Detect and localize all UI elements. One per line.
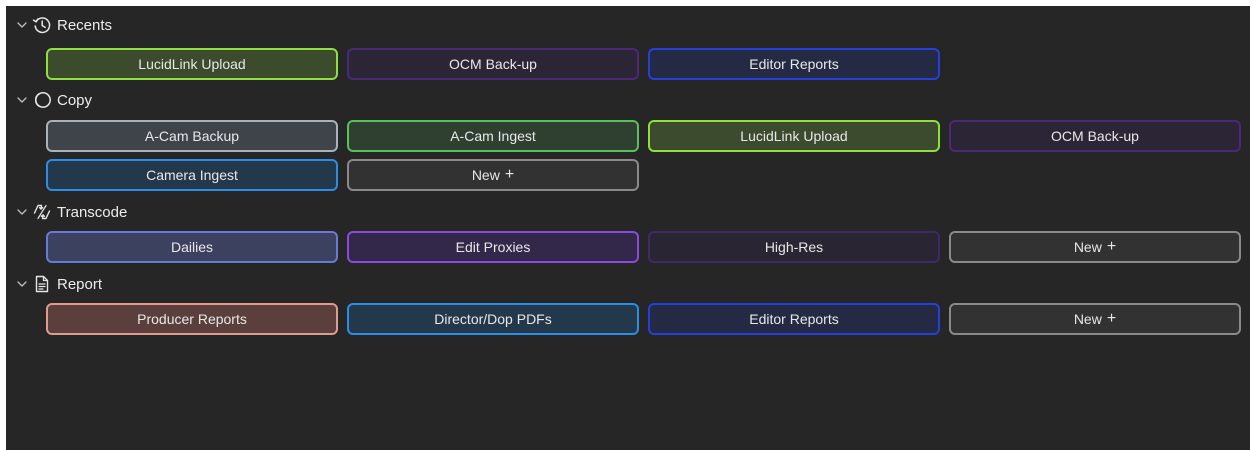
workflow-button-ocm-back-up[interactable]: OCM Back-up: [347, 48, 639, 80]
document-icon: [35, 275, 49, 293]
workflow-button-ocm-back-up[interactable]: OCM Back-up: [949, 120, 1241, 152]
workflow-panel: Recents LucidLink Upload OCM Back-up Edi…: [6, 6, 1250, 450]
section-title-copy: Copy: [57, 91, 93, 109]
section-header-recents[interactable]: Recents: [6, 12, 112, 38]
new-workflow-button[interactable]: New +: [347, 159, 639, 191]
section-title-recents: Recents: [57, 16, 113, 34]
plus-icon: +: [1106, 238, 1117, 255]
section-header-report[interactable]: Report: [6, 271, 102, 297]
workflow-button-a-cam-ingest[interactable]: A-Cam Ingest: [347, 120, 639, 152]
workflow-button-editor-reports[interactable]: Editor Reports: [648, 303, 940, 335]
button-row-report: Producer Reports Director/Dop PDFs Edito…: [46, 303, 1241, 335]
chevron-down-icon[interactable]: [14, 17, 30, 33]
workflow-button-director-dop-pdfs[interactable]: Director/Dop PDFs: [347, 303, 639, 335]
workflow-button-lucidlink-upload[interactable]: LucidLink Upload: [648, 120, 940, 152]
chevron-down-icon[interactable]: [14, 276, 30, 292]
button-row-transcode: Dailies Edit Proxies High-Res New +: [46, 231, 1241, 263]
transcode-arrows-icon: [33, 204, 51, 220]
workflow-button-edit-proxies[interactable]: Edit Proxies: [347, 231, 639, 263]
chevron-down-icon[interactable]: [14, 204, 30, 220]
workflow-button-editor-reports[interactable]: Editor Reports: [648, 48, 940, 80]
plus-icon: +: [1106, 310, 1117, 327]
workflow-button-high-res[interactable]: High-Res: [648, 231, 940, 263]
workflow-button-camera-ingest[interactable]: Camera Ingest: [46, 159, 338, 191]
section-title-transcode: Transcode: [57, 203, 128, 221]
history-clock-icon: [32, 17, 51, 34]
button-row-copy-1: A-Cam Backup A-Cam Ingest LucidLink Uplo…: [46, 120, 1241, 152]
copy-circles-icon: [34, 92, 51, 108]
section-header-transcode[interactable]: Transcode: [6, 199, 127, 225]
new-workflow-button[interactable]: New +: [949, 303, 1241, 335]
new-workflow-button[interactable]: New +: [949, 231, 1241, 263]
workflow-button-lucidlink-upload[interactable]: LucidLink Upload: [46, 48, 338, 80]
chevron-down-icon[interactable]: [14, 92, 30, 108]
workflow-button-producer-reports[interactable]: Producer Reports: [46, 303, 338, 335]
plus-icon: +: [504, 166, 515, 183]
button-row-copy-2: Camera Ingest New +: [46, 159, 639, 191]
button-row-recents: LucidLink Upload OCM Back-up Editor Repo…: [46, 48, 940, 80]
workflow-button-dailies[interactable]: Dailies: [46, 231, 338, 263]
workflow-button-a-cam-backup[interactable]: A-Cam Backup: [46, 120, 338, 152]
section-header-copy[interactable]: Copy: [6, 87, 92, 113]
section-title-report: Report: [57, 275, 103, 293]
